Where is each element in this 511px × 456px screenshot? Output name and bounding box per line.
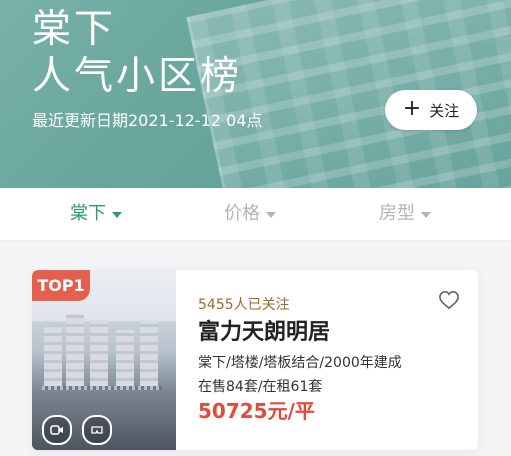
chevron-down-icon bbox=[421, 212, 431, 218]
filter-bar: 棠下 价格 房型 bbox=[0, 188, 511, 241]
video-icon[interactable] bbox=[42, 415, 72, 445]
filter-tab-type[interactable]: 房型 bbox=[379, 202, 431, 226]
heart-icon[interactable] bbox=[438, 290, 460, 310]
follow-label: 关注 bbox=[429, 101, 460, 120]
tower-shape bbox=[66, 314, 84, 396]
listing-counts: 在售84套/在租61套 bbox=[198, 379, 323, 395]
follow-button[interactable]: + 关注 bbox=[385, 90, 477, 130]
tower-shape bbox=[140, 322, 158, 396]
filter-tab-area[interactable]: 棠下 bbox=[70, 202, 122, 226]
followers-count: 5455人已关注 bbox=[198, 297, 290, 313]
filter-tab-label: 棠下 bbox=[70, 203, 106, 224]
listing-photo[interactable]: TOP1 bbox=[32, 270, 176, 450]
vr-icon[interactable] bbox=[82, 415, 112, 445]
listing-price: 50725元/平 bbox=[198, 399, 315, 423]
chevron-down-icon bbox=[266, 212, 276, 218]
plus-icon: + bbox=[402, 96, 422, 121]
filter-tab-label: 房型 bbox=[379, 203, 415, 224]
update-date: 最近更新日期2021-12-12 04点 bbox=[32, 111, 263, 130]
filter-tab-price[interactable]: 价格 bbox=[224, 202, 276, 226]
listing-meta: 棠下/塔楼/塔板结合/2000年建成 bbox=[198, 355, 402, 371]
filter-tab-label: 价格 bbox=[224, 203, 260, 224]
banner-title-line1: 棠下 bbox=[32, 7, 117, 52]
tower-shape bbox=[90, 320, 108, 396]
banner-title-line2: 人气小区榜 bbox=[32, 54, 243, 99]
listing-name[interactable]: 富力天朗明居 bbox=[198, 319, 330, 347]
top-badge: TOP1 bbox=[32, 270, 90, 301]
banner: 棠下 人气小区榜 最近更新日期2021-12-12 04点 + 关注 bbox=[0, 0, 511, 188]
listing-card[interactable]: TOP1 5455人已关注 富力天朗明居 棠下/塔楼/塔板结合/2000年建成 … bbox=[32, 270, 478, 450]
chevron-down-icon bbox=[112, 212, 122, 218]
